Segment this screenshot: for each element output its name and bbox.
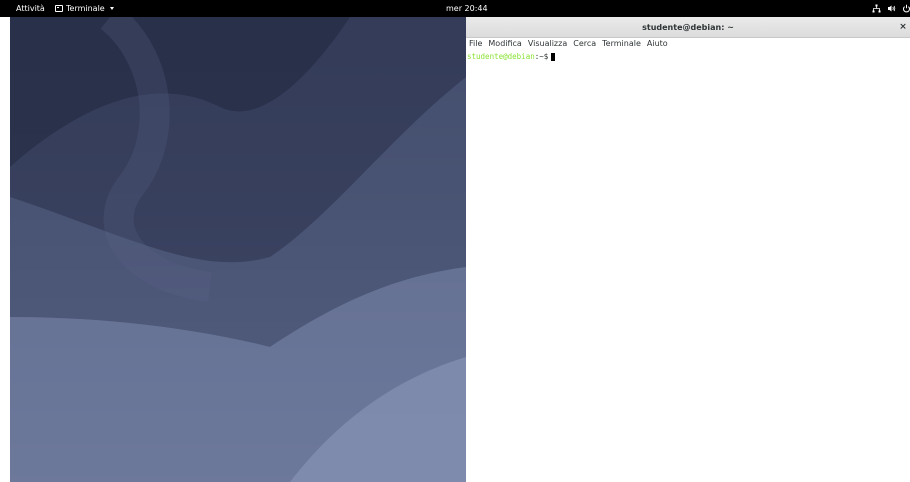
terminal-output[interactable]: studente@debian:~$ — [466, 50, 910, 482]
menu-view[interactable]: Visualizza — [525, 38, 570, 50]
screen-edge — [0, 17, 10, 482]
app-menu-button[interactable]: Terminale — [55, 0, 114, 17]
text-cursor — [551, 52, 556, 61]
prompt-path: :~$ — [534, 52, 549, 61]
menu-help[interactable]: Aiuto — [644, 38, 671, 50]
terminal-menubar: File Modifica Visualizza Cerca Terminale… — [466, 38, 910, 50]
prompt-user-host: studente@debian — [467, 52, 535, 61]
system-tray[interactable] — [872, 0, 910, 17]
close-button[interactable]: × — [898, 17, 908, 38]
clock[interactable]: mer 20:44 — [446, 0, 488, 17]
power-icon — [902, 4, 910, 13]
activities-button[interactable]: Attività — [16, 0, 45, 17]
prompt-line: studente@debian:~$ — [467, 51, 556, 62]
desktop-wallpaper — [10, 17, 466, 482]
terminal-window[interactable]: studente@debian: ~ × File Modifica Visua… — [466, 17, 910, 482]
app-menu-label: Terminale — [66, 4, 105, 13]
terminal-titlebar[interactable]: studente@debian: ~ × — [466, 17, 910, 38]
screen: Attività Terminale mer 20:44 studente@de… — [0, 0, 910, 482]
menu-edit[interactable]: Modifica — [485, 38, 524, 50]
menu-file[interactable]: File — [466, 38, 485, 50]
menu-search[interactable]: Cerca — [570, 38, 599, 50]
chevron-down-icon — [109, 7, 114, 10]
menu-terminal[interactable]: Terminale — [599, 38, 644, 50]
top-bar: Attività Terminale mer 20:44 — [0, 0, 910, 17]
network-icon — [872, 4, 881, 13]
window-title: studente@debian: ~ — [642, 23, 734, 32]
terminal-icon — [55, 5, 63, 12]
volume-icon — [887, 4, 896, 13]
